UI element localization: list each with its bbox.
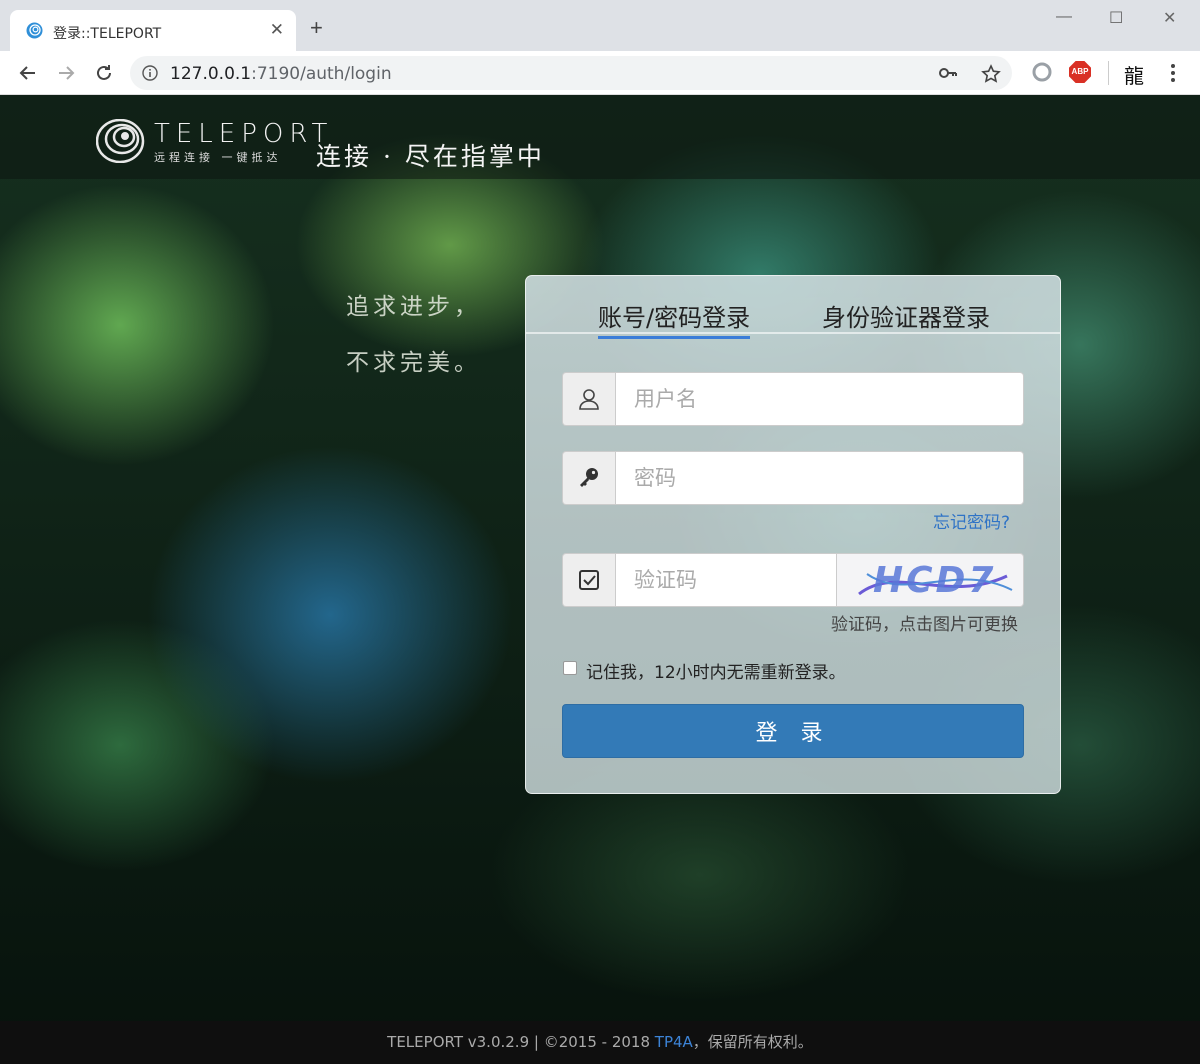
check-square-icon bbox=[579, 570, 599, 590]
bookmark-star-icon[interactable] bbox=[981, 64, 1001, 84]
window-close-icon[interactable]: ✕ bbox=[1163, 8, 1176, 28]
remember-me-label[interactable]: 记住我，12小时内无需重新登录。 bbox=[586, 658, 846, 683]
user-icon-addon bbox=[562, 372, 615, 426]
toolbar-divider bbox=[1108, 61, 1109, 85]
header-slogan: 连接 · 尽在指掌中 bbox=[316, 142, 545, 171]
new-tab-button[interactable]: + bbox=[310, 17, 323, 39]
site-header: TELEPORT 远程连接 一键抵达 连接 · 尽在指掌中 bbox=[0, 95, 1200, 179]
brand-name: TELEPORT bbox=[154, 119, 334, 149]
password-key-icon bbox=[580, 468, 598, 487]
maximize-icon[interactable]: ☐ bbox=[1109, 8, 1123, 28]
user-icon bbox=[579, 389, 599, 410]
address-bar[interactable]: 127.0.0.1:7190/auth/login bbox=[130, 56, 1012, 90]
profile-avatar[interactable]: 龍 bbox=[1124, 60, 1144, 89]
password-input[interactable] bbox=[615, 451, 1024, 505]
reload-icon[interactable] bbox=[92, 61, 116, 85]
captcha-input[interactable] bbox=[615, 553, 837, 607]
page-footer: TELEPORT v3.0.2.9 | ©2015 - 2018 TP4A，保留… bbox=[0, 1021, 1200, 1064]
captcha-group: HCD7 bbox=[562, 553, 1024, 607]
key-icon-addon bbox=[562, 451, 615, 505]
site-info-icon[interactable] bbox=[142, 65, 158, 81]
minimize-icon[interactable]: — bbox=[1056, 8, 1072, 26]
captcha-text: HCD7 bbox=[873, 560, 997, 601]
username-group bbox=[562, 372, 1024, 426]
footer-tp4a-link[interactable]: TP4A bbox=[655, 1033, 693, 1051]
brand-subtitle: 远程连接 一键抵达 bbox=[154, 151, 282, 164]
key-icon[interactable] bbox=[938, 63, 958, 83]
back-arrow-icon[interactable] bbox=[16, 61, 40, 85]
teleport-logo-icon bbox=[96, 119, 145, 163]
tab-password-login[interactable]: 账号/密码登录 bbox=[598, 298, 751, 339]
captcha-image[interactable]: HCD7 bbox=[836, 553, 1024, 607]
login-panel: 账号/密码登录 身份验证器登录 忘记密 bbox=[525, 275, 1061, 794]
url-text: 127.0.0.1:7190/auth/login bbox=[170, 64, 392, 84]
url-path: :7190/auth/login bbox=[251, 64, 392, 84]
adblock-extension-icon[interactable]: ABP bbox=[1069, 61, 1091, 83]
tab-close-icon[interactable]: ✕ bbox=[270, 20, 284, 40]
menu-kebab-icon[interactable] bbox=[1165, 62, 1181, 84]
login-button[interactable]: 登 录 bbox=[562, 704, 1024, 758]
url-host: 127.0.0.1 bbox=[170, 64, 252, 84]
footer-rights: ，保留所有权利。 bbox=[692, 1033, 813, 1051]
captcha-hint: 验证码，点击图片可更换 bbox=[831, 615, 1018, 635]
username-input[interactable] bbox=[615, 372, 1024, 426]
login-tabs: 账号/密码登录 身份验证器登录 bbox=[526, 276, 1060, 339]
teleport-favicon-icon bbox=[26, 22, 43, 39]
tab-title: 登录::TELEPORT bbox=[53, 26, 162, 42]
tab-authenticator-login[interactable]: 身份验证器登录 bbox=[822, 298, 990, 336]
forward-arrow-icon[interactable] bbox=[54, 61, 78, 85]
browser-tabstrip: 登录::TELEPORT ✕ + — ☐ ✕ bbox=[0, 0, 1200, 51]
captcha-icon-addon bbox=[562, 553, 615, 607]
footer-copyright: TELEPORT v3.0.2.9 | ©2015 - 2018 bbox=[387, 1033, 655, 1051]
browser-tab[interactable]: 登录::TELEPORT ✕ bbox=[10, 10, 296, 51]
extension-circle-icon[interactable] bbox=[1032, 62, 1052, 82]
motto-line-1: 追求进步， bbox=[346, 294, 481, 320]
forgot-password-link[interactable]: 忘记密码? bbox=[933, 508, 1010, 533]
remember-me-checkbox[interactable] bbox=[563, 661, 577, 675]
motto-line-2: 不求完美。 bbox=[346, 350, 481, 376]
page-content: TELEPORT 远程连接 一键抵达 连接 · 尽在指掌中 追求进步， 不求完美… bbox=[0, 95, 1200, 1064]
browser-toolbar: 127.0.0.1:7190/auth/login ABP 龍 bbox=[0, 51, 1200, 95]
password-group bbox=[562, 451, 1024, 505]
